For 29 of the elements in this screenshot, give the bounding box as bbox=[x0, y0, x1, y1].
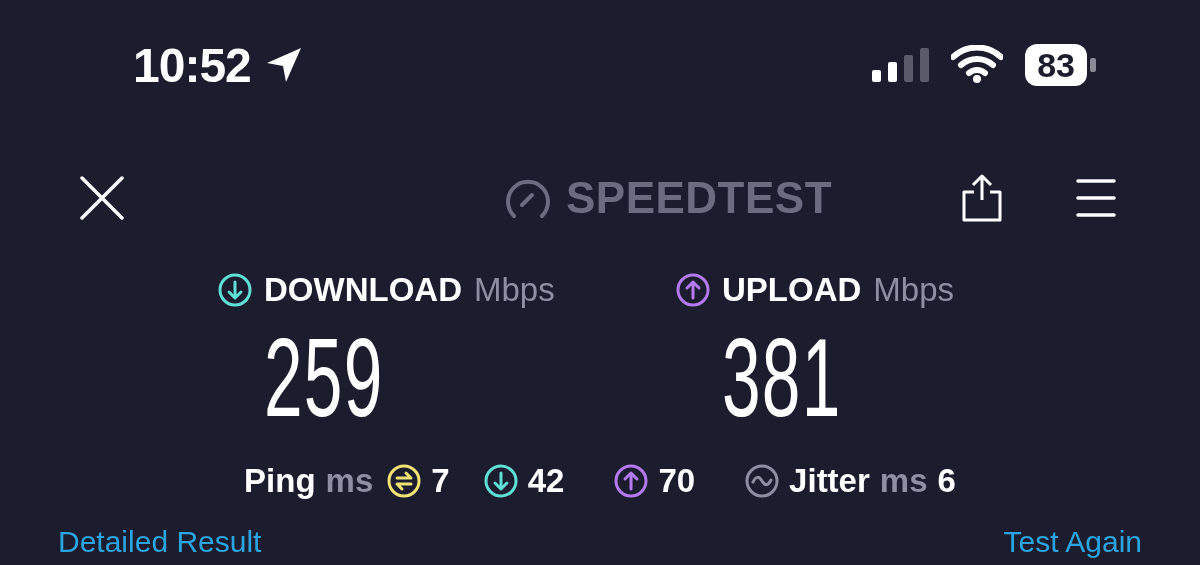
app-logo: SPEEDTEST bbox=[565, 172, 833, 223]
jitter-label: Jitter bbox=[789, 462, 870, 500]
close-icon bbox=[80, 175, 124, 220]
unit-label: Mbps bbox=[473, 271, 555, 309]
unit-label: Mbps bbox=[873, 271, 955, 309]
result-label: DOWNLOAD bbox=[264, 271, 462, 309]
unit-label: ms bbox=[325, 462, 374, 500]
battery-tip-icon bbox=[1090, 58, 1096, 72]
wifi-icon bbox=[951, 45, 1004, 85]
ping-value: 70 bbox=[658, 462, 696, 500]
menu-button[interactable] bbox=[1076, 177, 1116, 218]
text-link[interactable]: Test Again bbox=[1003, 525, 1142, 559]
ping-label: Ping bbox=[244, 462, 316, 500]
signal-bars-icon bbox=[872, 48, 930, 82]
wave-icon bbox=[745, 464, 780, 498]
speed-value: 259 bbox=[264, 323, 384, 433]
battery-indicator: 83 bbox=[1025, 44, 1096, 86]
ping-value: 42 bbox=[527, 462, 565, 500]
share-button[interactable] bbox=[962, 173, 1002, 222]
result-label: UPLOAD bbox=[722, 271, 862, 309]
ping-value: 7 bbox=[431, 462, 450, 500]
jitter-value: 6 bbox=[937, 462, 956, 500]
speed-value: 381 bbox=[722, 323, 842, 433]
close-button[interactable] bbox=[80, 175, 124, 220]
share-icon bbox=[962, 173, 1002, 222]
menu-icon bbox=[1076, 177, 1116, 218]
clock-time: 10:52 bbox=[133, 37, 251, 93]
unit-label: ms bbox=[879, 462, 928, 500]
text-link[interactable]: Detailed Result bbox=[58, 525, 262, 559]
